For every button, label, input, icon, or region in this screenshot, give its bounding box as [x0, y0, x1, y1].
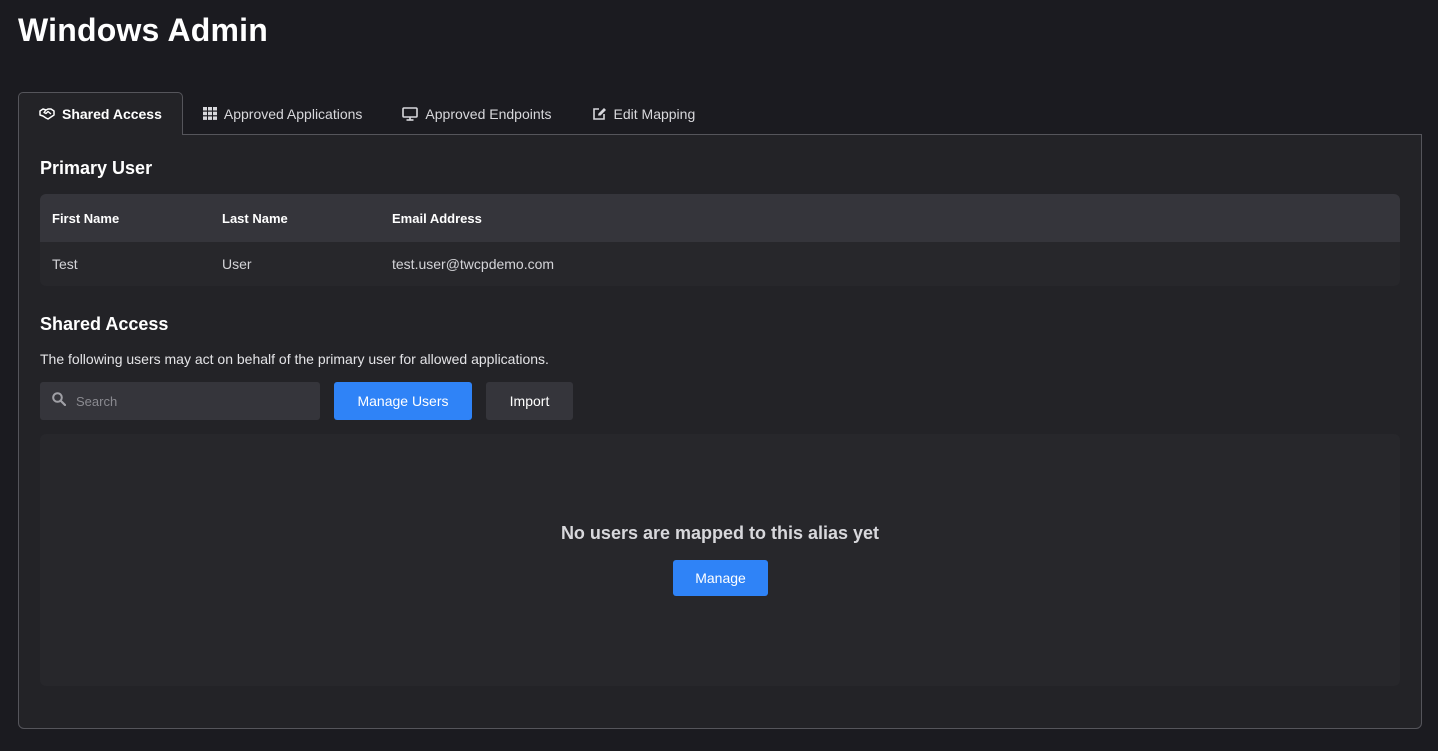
tab-label: Approved Endpoints	[425, 105, 552, 122]
app-title: Windows Admin	[18, 12, 268, 48]
manage-users-button[interactable]: Manage Users	[334, 382, 472, 420]
import-button[interactable]: Import	[486, 382, 573, 420]
tab-edit-mapping[interactable]: Edit Mapping	[572, 92, 716, 135]
tab-bar: Shared Access Approved Applications Appr…	[18, 92, 715, 135]
search-icon	[52, 391, 67, 411]
grid-icon	[202, 107, 217, 120]
tab-label: Approved Applications	[223, 105, 363, 122]
last-name-cell: User	[222, 256, 252, 272]
table-header: First Name Last Name Email Address	[40, 194, 1400, 242]
monitor-icon	[402, 106, 419, 121]
empty-state: No users are mapped to this alias yet Ma…	[40, 434, 1400, 686]
manage-button[interactable]: Manage	[673, 560, 768, 596]
handshake-icon	[39, 107, 55, 121]
first-name-cell: Test	[52, 256, 78, 272]
tab-approved-endpoints[interactable]: Approved Endpoints	[382, 92, 571, 135]
tab-shared-access[interactable]: Shared Access	[18, 92, 183, 135]
column-header: First Name	[52, 210, 120, 226]
primary-user-table: First Name Last Name Email Address Test …	[40, 194, 1400, 286]
tab-panel: Primary User First Name Last Name Email …	[18, 134, 1422, 729]
shared-access-title: Shared Access	[40, 314, 169, 334]
primary-user-title: Primary User	[40, 158, 153, 178]
search-input[interactable]	[76, 393, 296, 409]
column-header: Email Address	[392, 210, 482, 226]
table-row: Test User test.user@twcpdemo.com	[40, 242, 1400, 286]
tab-label: Edit Mapping	[613, 105, 696, 122]
column-header: Last Name	[222, 210, 288, 226]
tab-label: Shared Access	[62, 106, 162, 122]
shared-access-description: The following users may act on behalf of…	[40, 351, 549, 367]
email-cell: test.user@twcpdemo.com	[392, 256, 555, 272]
edit-icon	[592, 107, 607, 121]
tab-approved-applications[interactable]: Approved Applications	[183, 92, 383, 135]
search-box	[40, 382, 320, 420]
empty-message: No users are mapped to this alias yet	[560, 523, 880, 543]
